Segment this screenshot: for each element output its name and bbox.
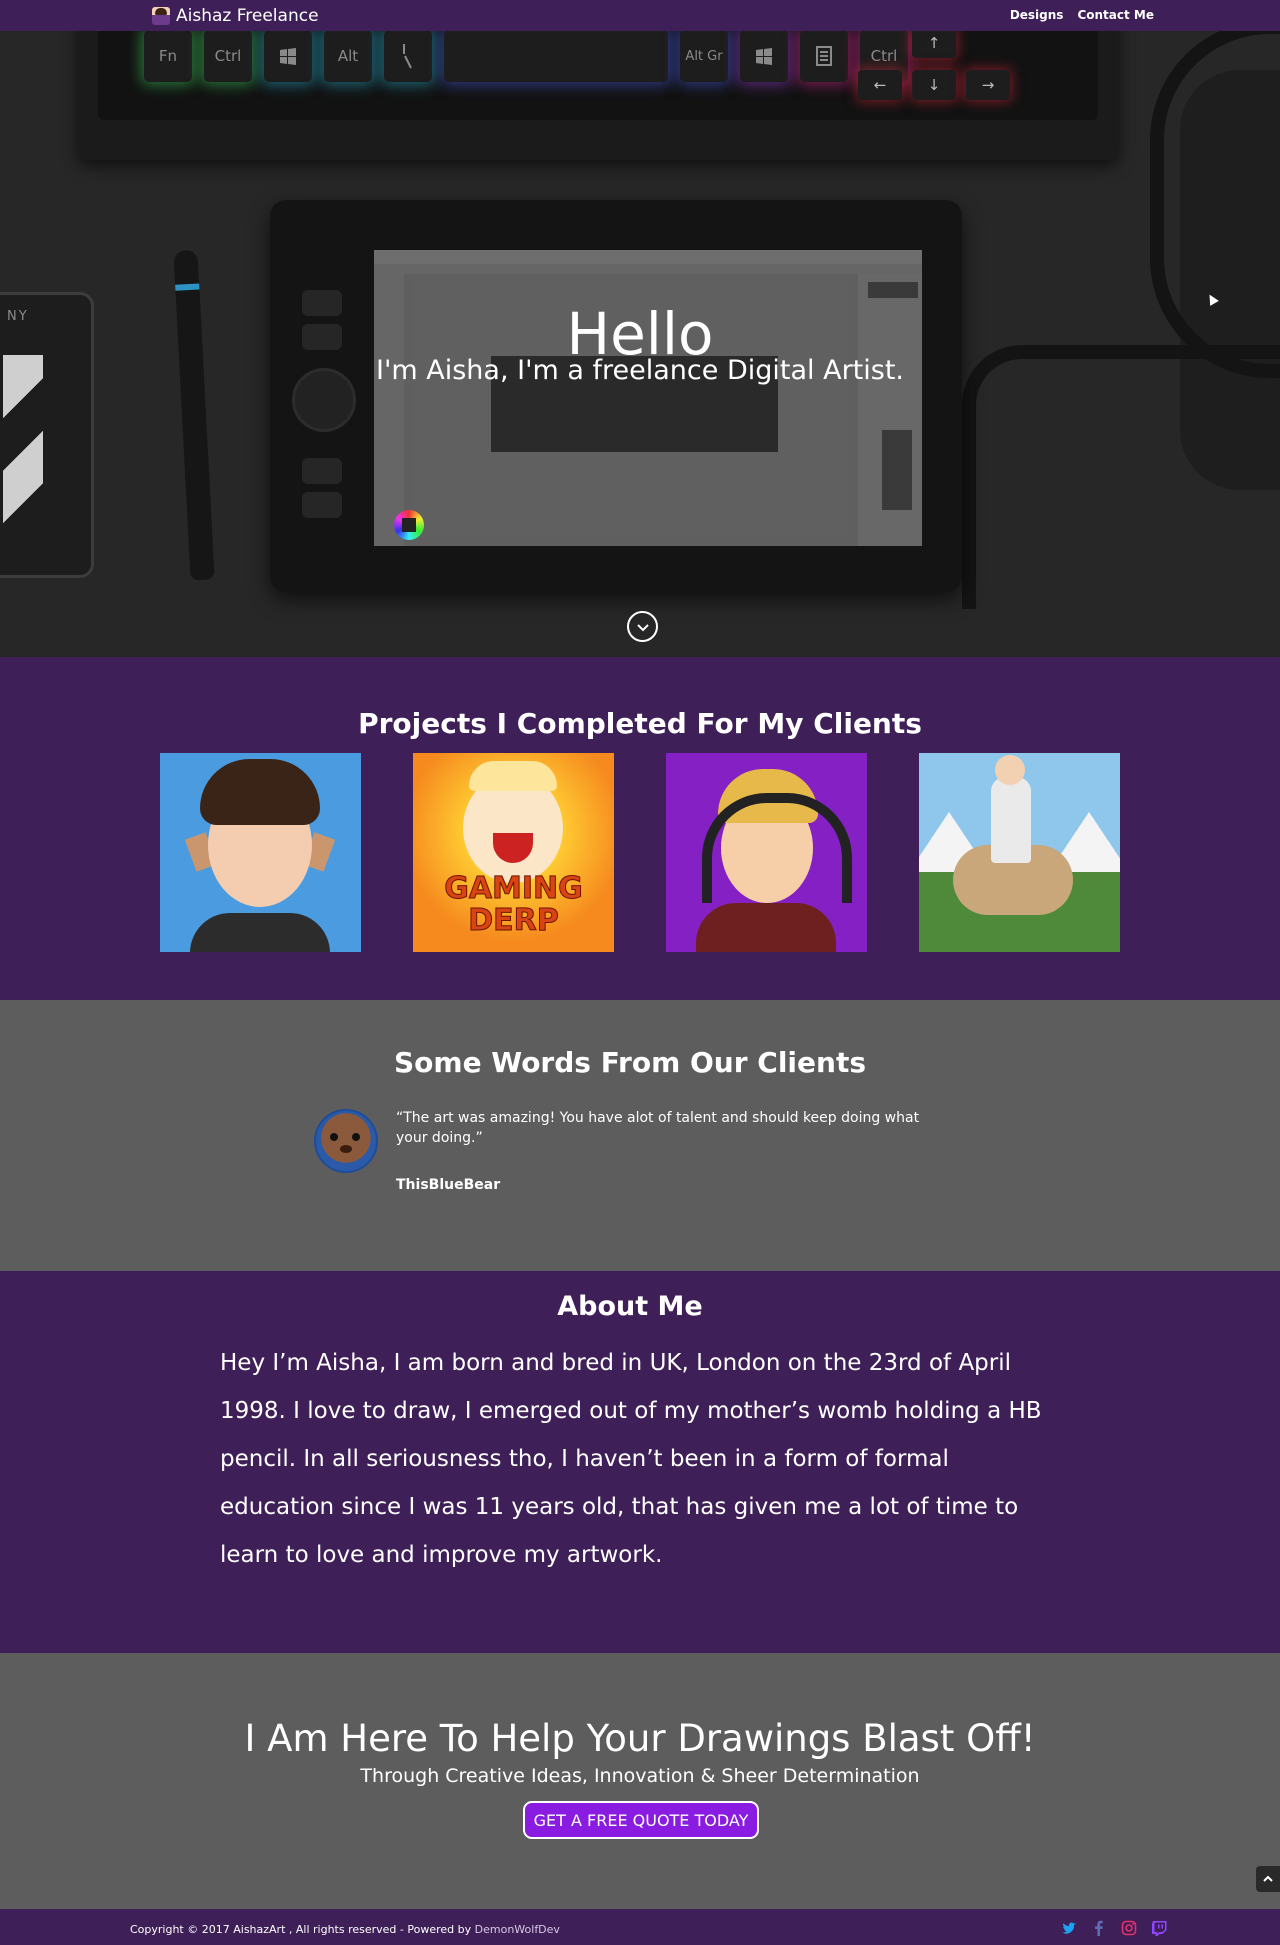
testimonial-quote: “The art was amazing! You have alot of t… (396, 1110, 920, 1146)
facebook-icon[interactable] (1090, 1919, 1108, 1937)
about-title: About Me (557, 1291, 703, 1322)
project-thumbnail-3[interactable] (666, 753, 867, 952)
copyright-text: Copyright © 2017 AishazArt , All rights … (130, 1923, 560, 1936)
drawing-tablet-illustration (270, 200, 962, 592)
key-fn: Fn (144, 30, 192, 82)
shirt (190, 913, 330, 952)
tablet-button (302, 458, 342, 484)
top-navigation-bar: Aishaz Freelance Designs Contact Me (0, 0, 1280, 31)
screen-block (882, 430, 912, 510)
headphones-illustration (702, 793, 852, 903)
testimonials-section: Some Words From Our Clients “The art was… (0, 1000, 1280, 1271)
chevron-down-icon (636, 623, 649, 631)
arrow-right-key-icon: → (966, 70, 1010, 100)
windows-key-icon (740, 30, 788, 82)
testimonial-author: ThisBlueBear (396, 1177, 501, 1193)
nav-designs[interactable]: Designs (1010, 8, 1064, 22)
color-wheel-icon (394, 510, 424, 540)
project-thumbnail-2[interactable]: GAMING DERP (413, 753, 614, 952)
footer: Copyright © 2017 AishazArt , All rights … (0, 1909, 1280, 1945)
key-slash (384, 30, 432, 82)
main-nav: Designs Contact Me (1010, 8, 1154, 22)
social-links (1060, 1919, 1168, 1937)
key-alt: Alt (324, 30, 372, 82)
hero-section: Fn Ctrl Alt Alt Gr Ctrl ↑ ↓ ← → NY Hello… (0, 0, 1280, 657)
scroll-down-button[interactable] (627, 611, 658, 642)
cta-section: I Am Here To Help Your Drawings Blast Of… (0, 1653, 1280, 1909)
client-avatar (314, 1109, 378, 1173)
project-thumbnail-4[interactable] (919, 753, 1120, 952)
tablet-screen (374, 250, 922, 546)
tablet-button (302, 492, 342, 518)
brand-logo-icon (152, 7, 170, 25)
arrow-left-key-icon: ← (858, 70, 902, 100)
boy-head (995, 755, 1025, 785)
screen-toolbar (374, 264, 922, 274)
about-text: Hey I’m Aisha, I am born and bred in UK,… (220, 1350, 1042, 1568)
gaming-derp-art-text: GAMING DERP (444, 871, 584, 938)
windows-key-icon (264, 30, 312, 82)
copyright-label: Copyright © 2017 AishazArt , All rights … (130, 1923, 475, 1936)
key-ctrl: Ctrl (204, 30, 252, 82)
about-section: About Me Hey I’m Aisha, I am born and br… (0, 1271, 1280, 1653)
hood (696, 903, 836, 952)
screen-menubar (374, 250, 922, 264)
cta-title: I Am Here To Help Your Drawings Blast Of… (244, 1717, 1036, 1760)
cta-subtitle: Through Creative Ideas, Innovation & She… (360, 1765, 920, 1787)
screen-block (868, 282, 918, 298)
hair (200, 759, 320, 825)
nav-contact-me[interactable]: Contact Me (1077, 8, 1154, 22)
chevron-up-icon (1263, 1875, 1273, 1882)
free-quote-button[interactable]: GET A FREE QUOTE TODAY (523, 1801, 759, 1839)
powered-by-link[interactable]: DemonWolfDev (475, 1923, 560, 1936)
hero-text: Hello I'm Aisha, I'm a freelance Digital… (0, 298, 1280, 386)
hair (469, 761, 557, 791)
key-space (444, 30, 668, 82)
hero-subtitle: I'm Aisha, I'm a freelance Digital Artis… (375, 355, 904, 386)
twitch-icon[interactable] (1150, 1919, 1168, 1937)
brand-name: Aishaz Freelance (176, 6, 319, 26)
projects-title: Projects I Completed For My Clients (358, 707, 922, 740)
boy-illustration (991, 777, 1031, 863)
arrow-up-key-icon: ↑ (912, 28, 956, 58)
arrow-down-key-icon: ↓ (912, 70, 956, 100)
menu-key-icon (800, 30, 848, 82)
instagram-icon[interactable] (1120, 1919, 1138, 1937)
back-to-top-button[interactable] (1256, 1866, 1280, 1892)
testimonials-title: Some Words From Our Clients (393, 1046, 867, 1079)
brand-link[interactable]: Aishaz Freelance (152, 4, 319, 28)
projects-section: Projects I Completed For My Clients GAMI… (0, 657, 1280, 1000)
project-gallery: GAMING DERP (160, 753, 1120, 952)
project-thumbnail-1[interactable] (160, 753, 361, 952)
twitter-icon[interactable] (1060, 1919, 1078, 1937)
key-altgr: Alt Gr (680, 30, 728, 82)
